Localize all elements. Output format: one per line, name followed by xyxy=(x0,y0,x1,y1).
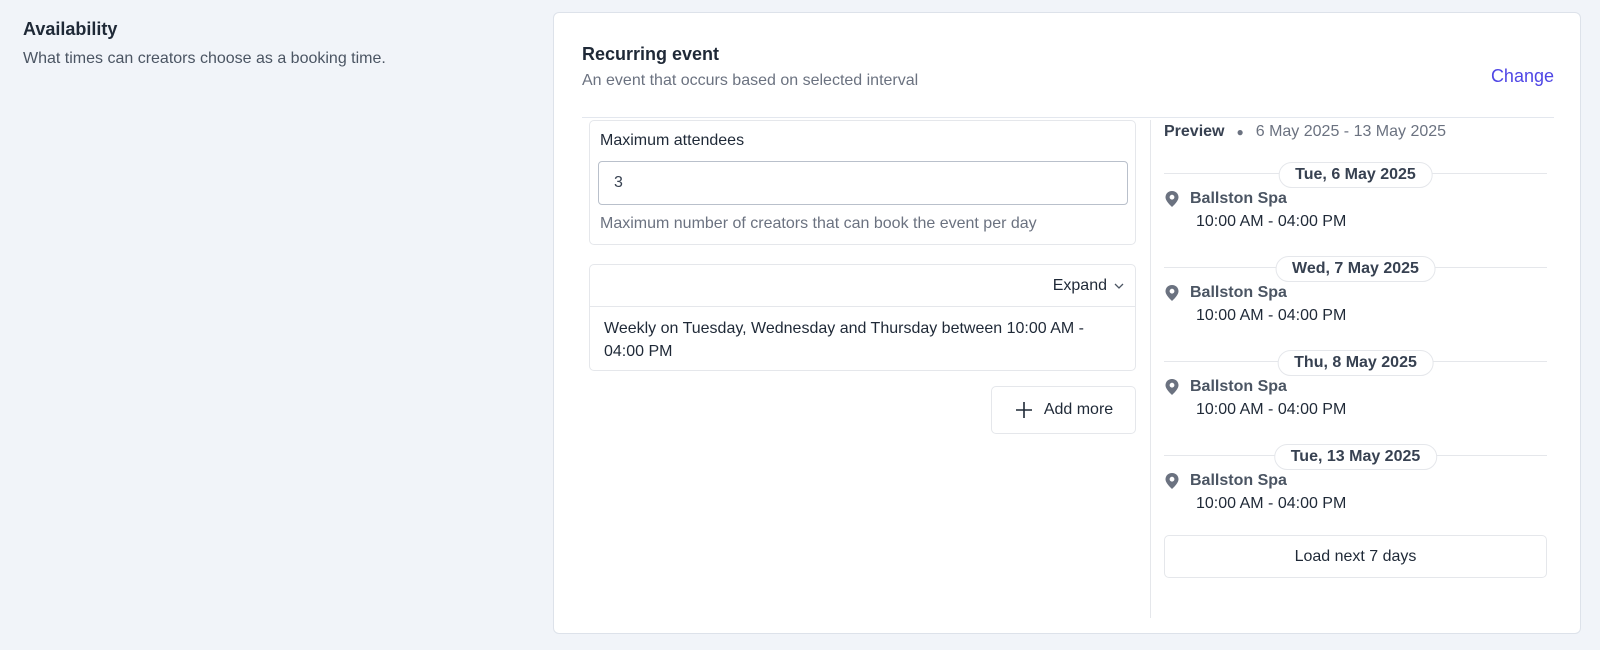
time-slot: Ballston Spa 10:00 AM - 04:00 PM xyxy=(1164,471,1547,514)
expand-button[interactable]: Expand xyxy=(1053,277,1125,295)
expand-label: Expand xyxy=(1052,276,1107,294)
slot-location-name: Ballston Spa xyxy=(1190,378,1287,395)
column-divider xyxy=(1150,120,1151,618)
slot-location: Ballston Spa xyxy=(1164,377,1547,397)
page: Availability What times can creators cho… xyxy=(0,0,1600,650)
add-more-button[interactable]: Add more xyxy=(991,386,1136,434)
chevron-down-icon xyxy=(1114,283,1124,289)
slot-location: Ballston Spa xyxy=(1164,471,1547,491)
max-attendees-label: Maximum attendees xyxy=(600,132,745,149)
day-date-pill: Tue, 6 May 2025 xyxy=(1278,162,1433,188)
day-date-pill: Tue, 13 May 2025 xyxy=(1273,444,1438,470)
map-pin-icon xyxy=(1165,285,1179,301)
separator-dot: ● xyxy=(1236,125,1244,139)
availability-section: Availability What times can creators cho… xyxy=(23,18,523,70)
time-slot: Ballston Spa 10:00 AM - 04:00 PM xyxy=(1164,377,1547,420)
preview-range: 6 May 2025 - 13 May 2025 xyxy=(1255,123,1447,140)
slot-time: 10:00 AM - 04:00 PM xyxy=(1196,213,1347,230)
time-slot: Ballston Spa 10:00 AM - 04:00 PM xyxy=(1164,283,1547,326)
section-title: Availability xyxy=(23,19,118,39)
card-title: Recurring event xyxy=(582,44,720,64)
add-more-label: Add more xyxy=(1043,401,1114,418)
recurring-event-card: Recurring event An event that occurs bas… xyxy=(553,12,1581,634)
map-pin-icon xyxy=(1165,191,1179,207)
max-attendees-input[interactable] xyxy=(598,161,1128,205)
slot-time: 10:00 AM - 04:00 PM xyxy=(1196,307,1347,324)
preview-day: Tue, 13 May 2025 Ballston Spa 10:00 AM -… xyxy=(1164,423,1547,517)
preview-header: Preview ● 6 May 2025 - 13 May 2025 xyxy=(1164,123,1547,141)
section-description: What times can creators choose as a book… xyxy=(23,50,386,67)
slot-location-name: Ballston Spa xyxy=(1190,190,1287,207)
map-pin-icon xyxy=(1165,473,1179,489)
max-attendees-field: Maximum attendees Maximum number of crea… xyxy=(589,120,1136,245)
slot-time: 10:00 AM - 04:00 PM xyxy=(1196,495,1347,512)
slot-location: Ballston Spa xyxy=(1164,189,1547,209)
preview-day: Wed, 7 May 2025 Ballston Spa 10:00 AM - … xyxy=(1164,235,1547,329)
card-subtitle: An event that occurs based on selected i… xyxy=(582,72,919,89)
slot-time: 10:00 AM - 04:00 PM xyxy=(1196,401,1347,418)
preview-day: Tue, 6 May 2025 Ballston Spa 10:00 AM - … xyxy=(1164,141,1547,235)
preview-day: Thu, 8 May 2025 Ballston Spa 10:00 AM - … xyxy=(1164,329,1547,423)
slot-location-name: Ballston Spa xyxy=(1190,472,1287,489)
recurrence-rule-header: Expand xyxy=(590,265,1135,307)
slot-location-name: Ballston Spa xyxy=(1190,284,1287,301)
day-date-pill: Wed, 7 May 2025 xyxy=(1275,256,1436,282)
card-header: Recurring event An event that occurs bas… xyxy=(582,43,1554,118)
load-next-days-button[interactable]: Load next 7 days xyxy=(1164,535,1547,578)
map-pin-icon xyxy=(1165,379,1179,395)
slot-location: Ballston Spa xyxy=(1164,283,1547,303)
recurrence-rule-box: Expand Weekly on Tuesday, Wednesday and … xyxy=(589,264,1136,371)
time-slot: Ballston Spa 10:00 AM - 04:00 PM xyxy=(1164,189,1547,232)
plus-icon xyxy=(1015,402,1032,418)
recurrence-rule-text: Weekly on Tuesday, Wednesday and Thursda… xyxy=(604,320,1084,360)
preview-panel: Preview ● 6 May 2025 - 13 May 2025 Tue, … xyxy=(1164,120,1547,578)
max-attendees-help: Maximum number of creators that can book… xyxy=(600,215,1037,232)
preview-label: Preview xyxy=(1164,123,1225,140)
day-date-pill: Thu, 8 May 2025 xyxy=(1277,350,1434,376)
change-link[interactable]: Change xyxy=(1491,65,1554,87)
